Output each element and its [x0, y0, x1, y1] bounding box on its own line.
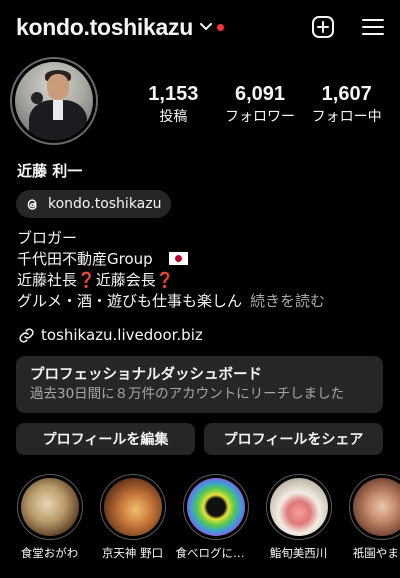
edit-profile-button[interactable]: プロフィールを編集	[16, 423, 195, 455]
bio-tagline: グルメ・酒・遊びも仕事も楽しん	[17, 292, 243, 310]
profile-header: kondo.toshikazu	[16, 12, 386, 42]
food-thumbnail-icon	[103, 478, 162, 536]
display-name: 近藤 利一	[17, 162, 83, 180]
threads-icon	[24, 196, 40, 212]
bio-title-chairman: 近藤会長	[95, 271, 156, 289]
bio-line-4: グルメ・酒・遊びも仕事も楽しん 続きを読む	[17, 291, 390, 312]
food-thumbnail-icon	[20, 478, 79, 536]
story-highlights: 食堂おがわ 京天神 野口 食べログに掲載 鮨旬美西川 祇園やまく	[8, 474, 400, 578]
avatar-photo	[15, 62, 93, 140]
username-switcher[interactable]: kondo.toshikazu	[16, 14, 193, 41]
profile-link-text: toshikazu.livedoor.biz	[41, 326, 203, 344]
highlight-label: 祇園やまく	[352, 546, 400, 560]
stat-followers[interactable]: 6,091 フォロワー	[217, 83, 304, 127]
posts-count: 1,153	[148, 83, 199, 105]
read-more-link[interactable]: 続きを読む	[250, 292, 325, 310]
highlight-item[interactable]: 食べログに掲載	[174, 474, 257, 578]
stat-following[interactable]: 1,607 フォロー中	[303, 83, 390, 127]
followers-label: フォロワー	[225, 109, 295, 125]
bio-line-2: 千代田不動産Group	[17, 249, 390, 270]
bio-line-3: 近藤社長❓近藤会長❓	[17, 270, 390, 291]
dashboard-subtitle: 過去30日間に８万件のアカウントにリーチしました	[30, 386, 345, 402]
following-label: フォロー中	[311, 109, 382, 125]
highlight-label: 京天神 野口	[101, 546, 164, 560]
profile-avatar[interactable]	[10, 57, 98, 145]
share-profile-button[interactable]: プロフィールをシェア	[204, 423, 383, 455]
bio-line-1: ブロガー	[17, 229, 78, 247]
bio: ブロガー 千代田不動産Group 近藤社長❓近藤会長❓ グルメ・酒・遊びも仕事も…	[17, 228, 390, 312]
japan-flag-icon	[168, 252, 188, 265]
stat-posts[interactable]: 1,153 投稿	[130, 83, 217, 127]
question-mark-icon: ❓	[77, 271, 96, 289]
highlight-label: 食堂おがわ	[20, 546, 79, 560]
threads-handle: kondo.toshikazu	[48, 196, 162, 212]
bio-company: 千代田不動産Group	[17, 250, 153, 268]
professional-dashboard[interactable]: プロフェッショナルダッシュボード 過去30日間に８万件のアカウントにリーチしまし…	[16, 356, 383, 413]
highlight-item[interactable]: 祇園やまく	[340, 474, 400, 578]
profile-stats: 1,153 投稿 6,091 フォロワー 1,607 フォロー中	[130, 83, 390, 127]
question-mark-icon: ❓	[155, 271, 175, 289]
profile-link[interactable]: toshikazu.livedoor.biz	[17, 326, 203, 344]
highlight-item[interactable]: 鮨旬美西川	[257, 474, 340, 578]
highlight-item[interactable]: 食堂おがわ	[8, 474, 91, 578]
bio-title-president: 近藤社長	[17, 271, 78, 289]
highlight-item[interactable]: 京天神 野口	[91, 474, 174, 578]
posts-label: 投稿	[159, 109, 188, 125]
link-icon	[17, 326, 35, 344]
create-post-icon[interactable]	[310, 14, 336, 40]
dashboard-title: プロフェッショナルダッシュボード	[30, 367, 262, 383]
notification-dot	[216, 23, 224, 31]
highlight-label: 鮨旬美西川	[269, 546, 328, 560]
threads-badge[interactable]: kondo.toshikazu	[16, 190, 172, 218]
food-thumbnail-icon	[352, 478, 400, 536]
menu-icon[interactable]	[360, 14, 386, 40]
following-count: 1,607	[321, 83, 372, 105]
sushi-thumbnail-icon	[269, 478, 328, 536]
followers-count: 6,091	[234, 83, 286, 105]
profile-actions: プロフィールを編集 プロフィールをシェア	[16, 423, 383, 455]
chevron-down-icon[interactable]	[199, 20, 213, 34]
rainbow-logo-thumbnail-icon	[186, 478, 245, 536]
highlight-label: 食べログに掲載	[175, 546, 256, 560]
